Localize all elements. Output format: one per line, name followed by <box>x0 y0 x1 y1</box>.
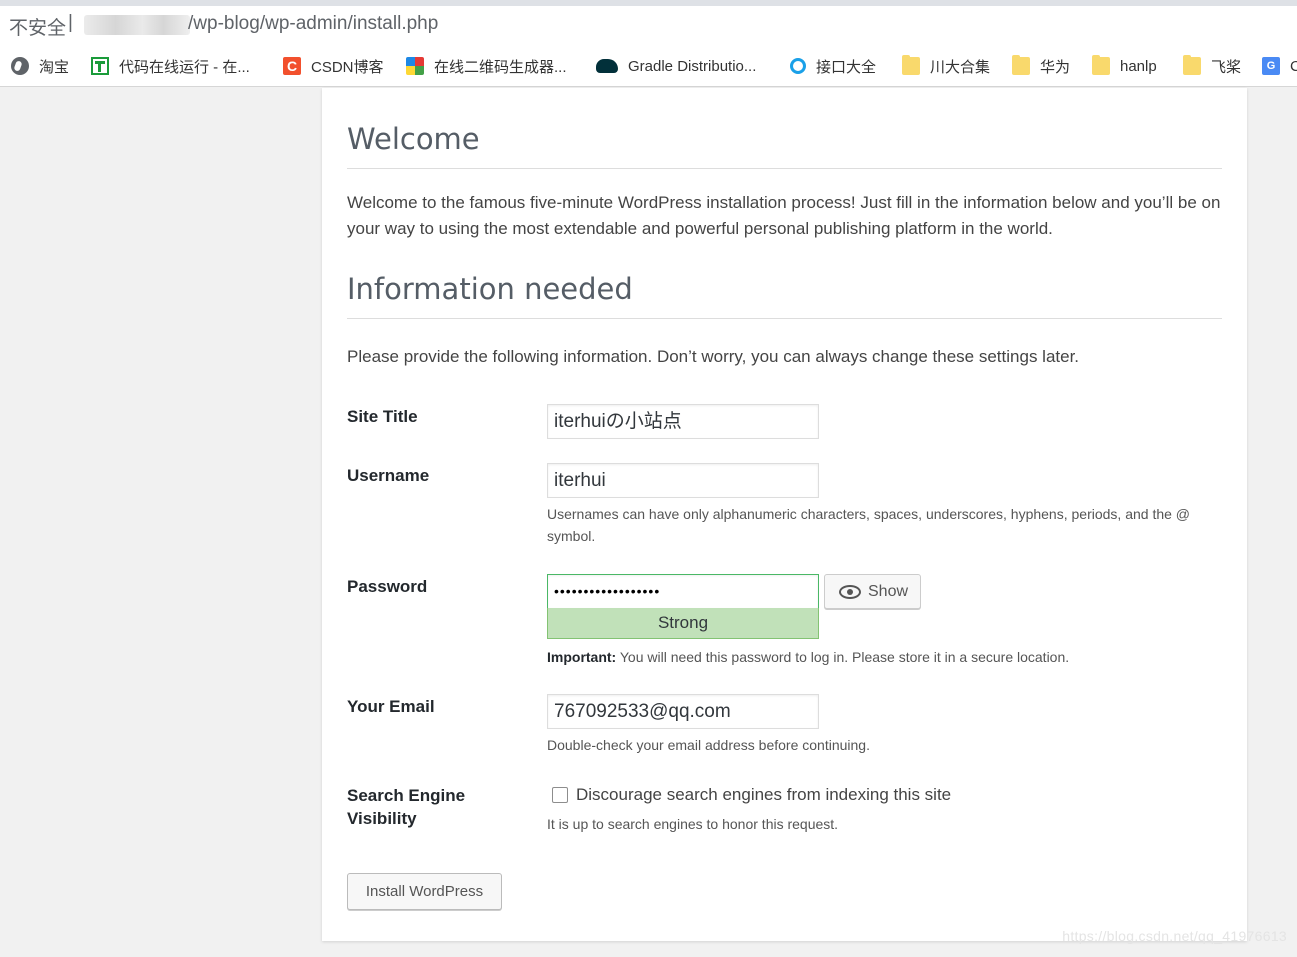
folder-icon <box>1012 55 1030 75</box>
address-bar[interactable]: 不安全 | /wp-blog/wp-admin/install.php <box>0 0 1297 46</box>
insecure-label[interactable]: 不安全 <box>9 13 66 40</box>
bookmark-folder-huawei[interactable]: 华为 <box>1012 55 1070 77</box>
bookmark-csdn[interactable]: C CSDN博客 <box>283 55 384 77</box>
address-path[interactable]: /wp-blog/wp-admin/install.php <box>188 13 438 35</box>
password-strength-meter: Strong <box>547 608 819 639</box>
password-hint-important: Important: <box>547 649 617 665</box>
username-hint: Usernames can have only alphanumeric cha… <box>547 506 1191 544</box>
bookmark-gradle[interactable]: Gradle Distributio... <box>596 55 756 77</box>
api-icon <box>790 58 806 74</box>
folder-icon <box>902 55 920 75</box>
visibility-label-line1: Search Engine <box>347 786 466 805</box>
visibility-label-line2: Visibility <box>347 809 417 828</box>
info-heading: Information needed <box>347 272 633 306</box>
bookmark-taobao[interactable]: 淘宝 <box>11 55 69 77</box>
password-input[interactable]: •••••••••••••••••• <box>547 574 819 609</box>
welcome-text: Welcome to the famous five-minute WordPr… <box>347 193 1221 238</box>
info-text: Please provide the following information… <box>347 347 1080 366</box>
username-input[interactable]: iterhui <box>547 463 819 498</box>
bookmark-label: C <box>1290 58 1297 75</box>
bookmark-code-runner[interactable]: 代码在线运行 - 在... <box>91 55 250 77</box>
visibility-label: Search Engine Visibility <box>347 784 465 830</box>
bookmark-label: 接口大全 <box>816 58 877 76</box>
email-input[interactable]: 767092533@qq.com <box>547 694 819 729</box>
bookmark-folder-hanlp[interactable]: hanlp <box>1092 55 1157 77</box>
bookmark-label: Gradle Distributio... <box>628 57 757 75</box>
bookmark-label: 飞桨 <box>1211 58 1242 76</box>
password-label: Password <box>347 577 428 596</box>
site-title-label: Site Title <box>347 407 418 426</box>
username-label: Username <box>347 466 430 485</box>
bookmark-folder-paddle[interactable]: 飞桨 <box>1183 55 1241 77</box>
email-label: Your Email <box>347 697 435 716</box>
bookmark-folder-scu[interactable]: 川大合集 <box>902 55 990 77</box>
folder-icon <box>1092 55 1110 75</box>
qrcode-icon <box>406 57 424 75</box>
bookmark-label: 代码在线运行 - 在... <box>119 58 250 76</box>
password-hint-text: You will need this password to log in. P… <box>616 649 1070 665</box>
password-hint: Important: You will need this password t… <box>547 646 1069 668</box>
welcome-heading: Welcome <box>347 122 480 156</box>
heading-divider <box>347 168 1222 169</box>
translate-icon: G <box>1262 57 1280 75</box>
eye-icon <box>839 584 861 599</box>
discourage-search-checkbox[interactable] <box>552 787 568 803</box>
folder-icon <box>1183 55 1201 75</box>
bookmark-label: CSDN博客 <box>311 58 384 76</box>
bookmark-label: hanlp <box>1120 57 1157 75</box>
address-host-redacted <box>84 15 190 35</box>
bookmark-qrcode[interactable]: 在线二维码生成器... <box>406 55 567 77</box>
bookmark-label: 淘宝 <box>39 58 70 76</box>
install-card: Welcome Welcome to the famous five-minut… <box>322 88 1247 941</box>
address-separator: | <box>68 12 73 33</box>
tool-icon <box>91 57 109 75</box>
gradle-icon <box>596 59 618 73</box>
show-password-label: Show <box>868 582 909 600</box>
watermark: https://blog.csdn.net/qq_41976613 <box>1062 928 1287 944</box>
heading-divider <box>347 318 1222 319</box>
globe-icon <box>11 57 29 75</box>
bookmark-api[interactable]: 接口大全 <box>790 55 876 77</box>
bookmark-translate[interactable]: G C <box>1262 55 1297 77</box>
bookmark-label: 川大合集 <box>930 58 991 76</box>
bookmarks-bar: 淘宝 代码在线运行 - 在... C CSDN博客 在线二维码生成器... Gr… <box>0 46 1297 87</box>
discourage-search-label[interactable]: Discourage search engines from indexing … <box>576 785 951 805</box>
site-title-input[interactable]: iterhuiの小站点 <box>547 404 819 439</box>
visibility-hint: It is up to search engines to honor this… <box>547 816 839 832</box>
bookmark-label: 在线二维码生成器... <box>434 58 567 76</box>
csdn-icon: C <box>283 57 301 75</box>
bookmark-label: 华为 <box>1040 58 1071 76</box>
show-password-button[interactable]: Show <box>824 574 921 609</box>
install-wordpress-button[interactable]: Install WordPress <box>347 873 502 910</box>
email-hint: Double-check your email address before c… <box>547 737 870 753</box>
